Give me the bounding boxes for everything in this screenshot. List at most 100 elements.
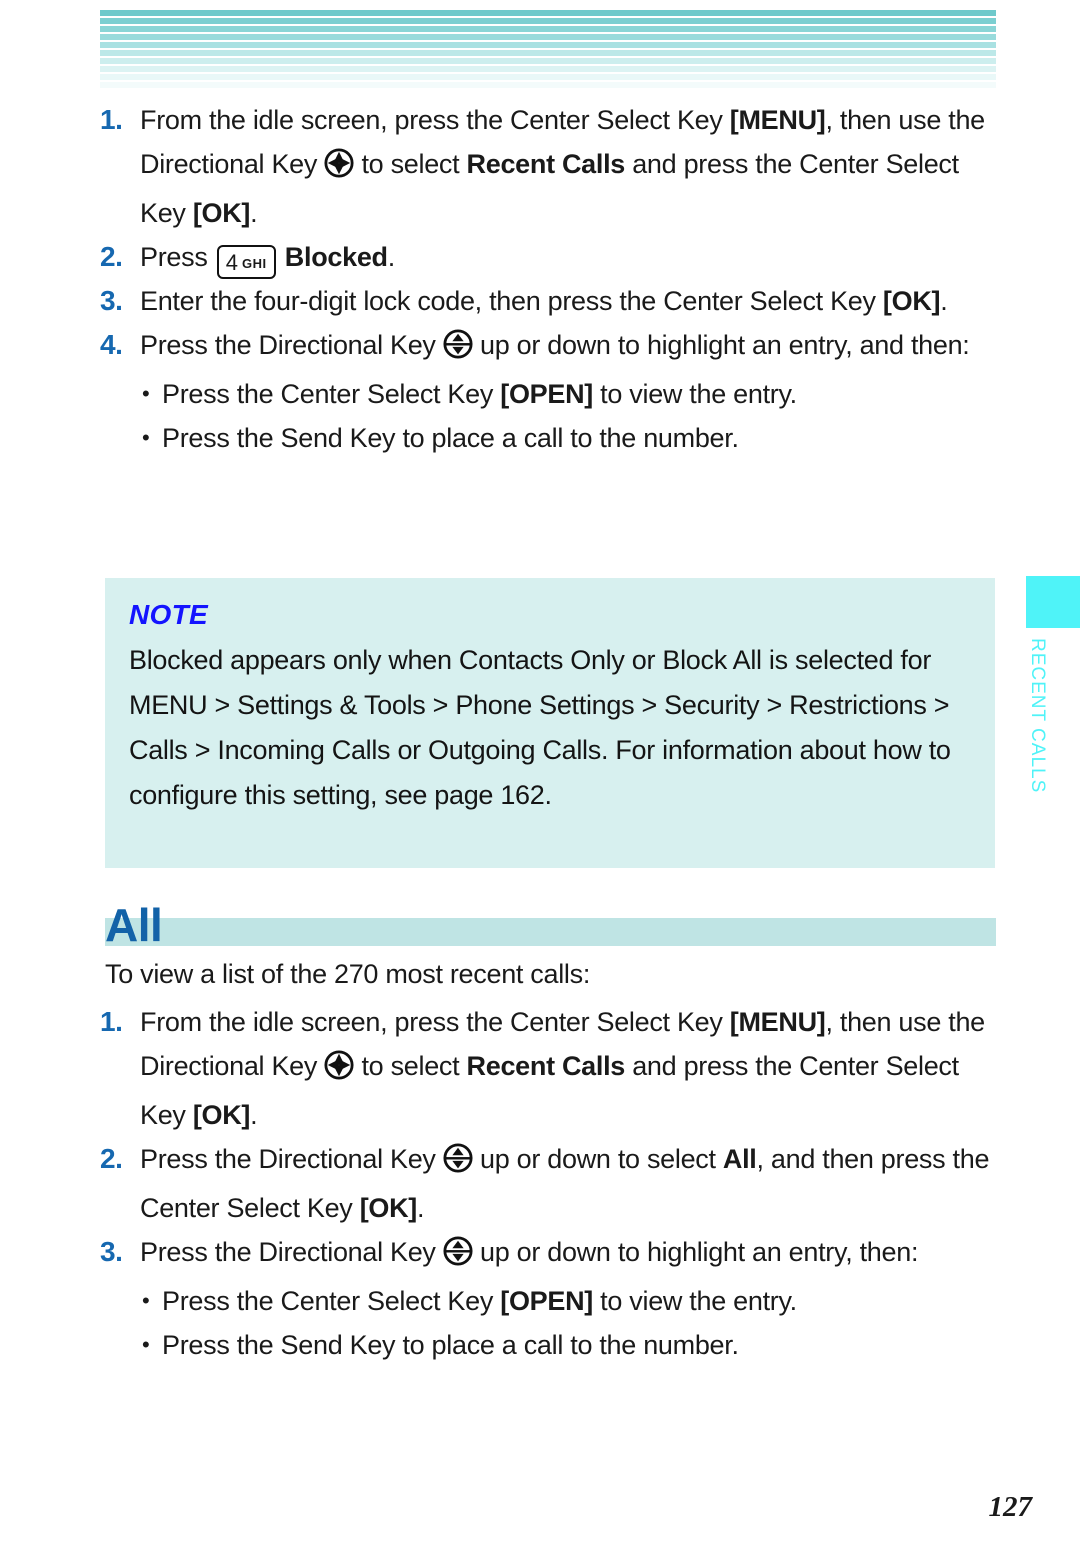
step-text: Press 4 GHI Blocked. — [140, 235, 1000, 279]
body-text: From the idle screen, press the Center S… — [140, 1007, 730, 1037]
directional-key-updown-icon — [443, 1235, 473, 1279]
directional-key-icon — [324, 147, 354, 191]
step-text: Enter the four-digit lock code, then pre… — [140, 279, 1000, 323]
procedure-step: 2. Press the Directional Key up or down t… — [100, 1137, 1000, 1230]
header-stripe — [100, 10, 996, 16]
body-text: Press the Center Select Key — [162, 1286, 501, 1316]
section-heading-title: All — [105, 899, 163, 951]
body-text: up or down to highlight an entry, then: — [472, 1237, 919, 1267]
all-bullets-list: • Press the Center Select Key [OPEN] to v… — [100, 1279, 1000, 1367]
body-text: Enter the four-digit lock code, then pre… — [140, 286, 883, 316]
step-number: 1. — [100, 104, 123, 135]
step-number: 2. — [100, 241, 123, 272]
keypad-4-ghi-icon: 4 GHI — [216, 245, 276, 279]
body-text: . — [387, 242, 396, 272]
blocked-steps-list: 1. From the idle screen, press the Center… — [100, 98, 1000, 372]
body-text: up or down to select — [472, 1144, 723, 1174]
body-text: Press the Send Key to place a call to th… — [162, 423, 739, 453]
emphasis-text: [OK] — [192, 198, 251, 228]
blocked-procedure: 1. From the idle screen, press the Center… — [100, 98, 1000, 460]
header-stripe — [100, 82, 996, 88]
step-text: Press the Directional Key up or down to … — [140, 1137, 1000, 1230]
bullet-dot-icon: • — [142, 381, 150, 406]
header-stripe — [100, 58, 996, 64]
procedure-step: 1. From the idle screen, press the Center… — [100, 1000, 1000, 1137]
procedure-bullet: • Press the Send Key to place a call to t… — [100, 1323, 1000, 1367]
emphasis-text: [MENU] — [729, 1007, 826, 1037]
procedure-bullet: • Press the Center Select Key [OPEN] to v… — [100, 372, 1000, 416]
procedure-bullet: • Press the Send Key to place a call to t… — [100, 416, 1000, 460]
keypad-number: 4 — [225, 250, 238, 275]
all-section-intro: To view a list of the 270 most recent ca… — [105, 959, 591, 989]
body-text — [278, 242, 285, 272]
section-heading-all: All — [105, 900, 996, 954]
directional-key-updown-icon — [443, 1142, 473, 1186]
header-stripe — [100, 50, 996, 56]
emphasis-text: [OK] — [882, 286, 941, 316]
bullet-text: Press the Send Key to place a call to th… — [162, 416, 739, 460]
header-stripe — [100, 34, 996, 40]
body-text: Press the Directional Key — [140, 330, 443, 360]
body-text: to select — [354, 149, 467, 179]
emphasis-text: [OPEN] — [500, 1286, 593, 1316]
procedure-step: 3. Enter the four-digit lock code, then p… — [100, 279, 1000, 323]
body-text: . — [250, 198, 258, 228]
directional-key-updown-icon — [443, 328, 473, 372]
all-procedure: 1. From the idle screen, press the Center… — [100, 1000, 1000, 1367]
body-text: Press the Center Select Key — [162, 379, 501, 409]
body-text: . — [417, 1193, 425, 1223]
emphasis-text: Blocked — [284, 242, 388, 272]
page-number: 127 — [988, 1491, 1033, 1523]
procedure-step: 1. From the idle screen, press the Center… — [100, 98, 1000, 235]
bullet-dot-icon: • — [142, 1288, 150, 1313]
step-number: 4. — [100, 329, 123, 360]
side-tab-color-block — [1026, 576, 1080, 628]
step-number: 1. — [100, 1006, 123, 1037]
body-text: From the idle screen, press the Center S… — [140, 105, 730, 135]
header-stripe — [100, 74, 996, 80]
header-stripe — [100, 26, 996, 32]
keypad-letters: GHI — [241, 256, 267, 271]
step-text: Press the Directional Key up or down to … — [140, 1230, 1000, 1279]
body-text: . — [250, 1100, 258, 1130]
emphasis-text: Recent Calls — [466, 149, 626, 179]
body-text: to view the entry. — [592, 379, 797, 409]
body-text: . — [940, 286, 948, 316]
emphasis-text: [OK] — [192, 1100, 251, 1130]
body-text: Press the Directional Key — [140, 1237, 443, 1267]
procedure-step: 3. Press the Directional Key up or down t… — [100, 1230, 1000, 1279]
emphasis-text: [MENU] — [729, 105, 826, 135]
body-text: to view the entry. — [592, 1286, 797, 1316]
header-stripe — [100, 42, 996, 48]
blocked-bullets-list: • Press the Center Select Key [OPEN] to v… — [100, 372, 1000, 460]
step-number: 3. — [100, 1236, 123, 1267]
bullet-text: Press the Center Select Key [OPEN] to vi… — [162, 1279, 797, 1323]
note-title: NOTE — [129, 599, 208, 630]
step-text: Press the Directional Key up or down to … — [140, 323, 1000, 372]
bullet-dot-icon: • — [142, 1332, 150, 1357]
body-text: Press the Send Key to place a call to th… — [162, 1330, 739, 1360]
bullet-dot-icon: • — [142, 425, 150, 450]
all-steps-list: 1. From the idle screen, press the Center… — [100, 1000, 1000, 1279]
step-text: From the idle screen, press the Center S… — [140, 1000, 1000, 1137]
note-box: NOTE Blocked appears only when Contacts … — [105, 578, 995, 868]
body-text: Press the Directional Key — [140, 1144, 443, 1174]
bullet-text: Press the Center Select Key [OPEN] to vi… — [162, 372, 797, 416]
side-tab: RECENT CALLS — [1026, 576, 1080, 793]
step-number: 2. — [100, 1143, 123, 1174]
procedure-step: 4. Press the Directional Key up or down t… — [100, 323, 1000, 372]
emphasis-text: [OK] — [359, 1193, 418, 1223]
header-stripe-band — [100, 10, 996, 88]
step-text: From the idle screen, press the Center S… — [140, 98, 1000, 235]
emphasis-text: Recent Calls — [466, 1051, 626, 1081]
procedure-step: 2. Press 4 GHI Blocked. — [100, 235, 1000, 279]
bullet-text: Press the Send Key to place a call to th… — [162, 1323, 739, 1367]
emphasis-text: All — [722, 1144, 757, 1174]
header-stripe — [100, 18, 996, 24]
directional-key-icon — [324, 1049, 354, 1093]
procedure-bullet: • Press the Center Select Key [OPEN] to v… — [100, 1279, 1000, 1323]
section-heading-bar — [105, 918, 996, 946]
body-text: Press — [140, 242, 215, 272]
step-number: 3. — [100, 285, 123, 316]
side-tab-label: RECENT CALLS — [1027, 638, 1048, 794]
